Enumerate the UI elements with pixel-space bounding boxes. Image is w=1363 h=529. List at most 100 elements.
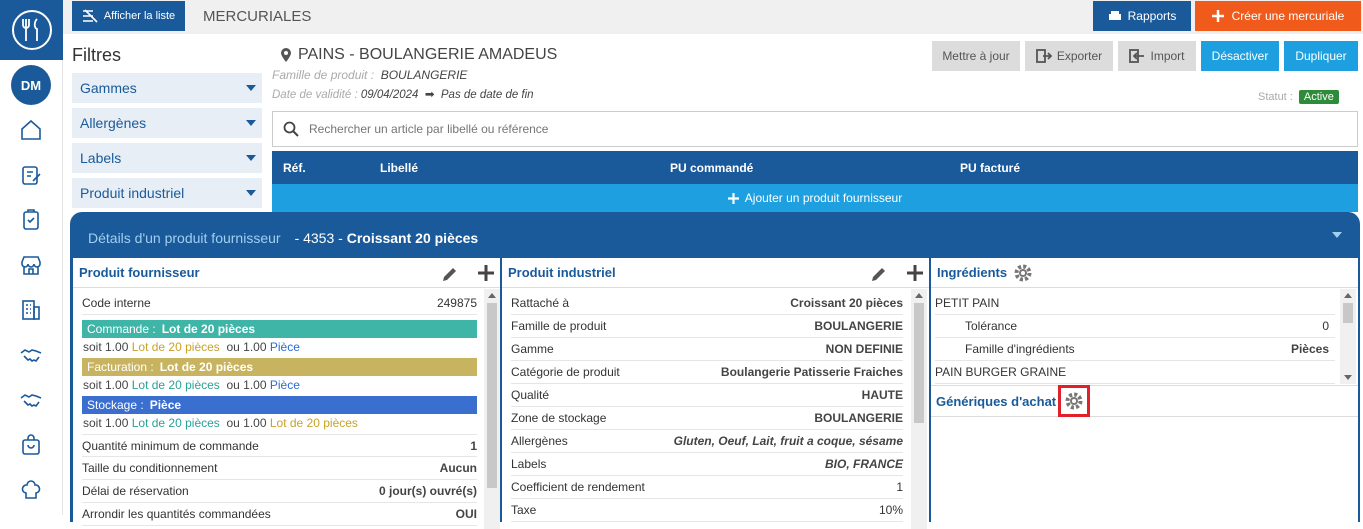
scroll-thumb[interactable] xyxy=(914,303,924,423)
supplier-scrollbar[interactable] xyxy=(484,289,500,529)
scroll-thumb[interactable] xyxy=(487,303,497,488)
deactivate-button[interactable]: Désactiver xyxy=(1201,41,1279,71)
details-code: - 4353 - xyxy=(294,230,343,246)
caret-down-icon xyxy=(246,190,256,196)
edit-list-icon[interactable] xyxy=(19,163,43,187)
industrial-product-title: Produit industriel xyxy=(508,265,616,280)
min-qty-row: Quantité minimum de commande 1 xyxy=(82,434,477,457)
search-icon xyxy=(283,121,299,137)
filter-allergenes[interactable]: Allergènes xyxy=(72,108,262,138)
yield-row: Coefficient de rendement 1 xyxy=(511,476,903,499)
clipboard-check-icon[interactable] xyxy=(19,208,43,232)
add-supplier-product-label: Ajouter un produit fournisseur xyxy=(744,191,903,205)
building-icon[interactable] xyxy=(19,298,43,322)
update-button[interactable]: Mettre à jour xyxy=(932,41,1020,71)
reports-label: Rapports xyxy=(1127,9,1177,23)
import-label: Import xyxy=(1150,49,1185,63)
details-panel: Détails d'un produit fournisseur - 4353 -… xyxy=(70,212,1360,529)
search-bar[interactable] xyxy=(272,111,1358,147)
date-value: 09/04/2024 xyxy=(360,89,419,101)
duplicate-button[interactable]: Dupliquer xyxy=(1284,41,1358,71)
facturation-label: Facturation : xyxy=(87,360,154,374)
commande-label: Commande : xyxy=(87,322,156,336)
scroll-up-icon[interactable] xyxy=(915,293,923,298)
col-pu-commande[interactable]: PU commandé xyxy=(670,161,753,175)
collapse-caret-icon[interactable] xyxy=(1332,232,1342,238)
supplier-product-header: Produit fournisseur xyxy=(73,258,500,288)
stockage-label: Stockage : xyxy=(87,398,144,412)
attached-row: Rattaché à Croissant 20 pièces xyxy=(511,292,903,315)
filter-produit-industriel[interactable]: Produit industriel xyxy=(72,178,262,208)
allergens-row: Allergènes Gluten, Oeuf, Lait, fruit a co… xyxy=(511,430,903,453)
col-ref[interactable]: Réf. xyxy=(283,161,306,175)
pencil-icon[interactable] xyxy=(441,265,459,283)
arrow-right-icon: ➡ xyxy=(421,89,438,101)
row-label: Code interne xyxy=(82,296,151,310)
supplier-title: PAINS - BOULANGERIE AMADEUS xyxy=(280,46,557,64)
page-title: MERCURIALES xyxy=(203,8,312,25)
import-icon xyxy=(1129,49,1145,63)
commande-conversion: soit 1.00 Lot de 20 pièces ou 1.00 Pièce xyxy=(83,340,300,354)
update-label: Mettre à jour xyxy=(942,49,1010,63)
plus-icon xyxy=(727,192,739,204)
top-bar: Afficher la liste MERCURIALES Rapports C… xyxy=(63,0,1363,34)
search-input[interactable] xyxy=(309,122,1209,136)
handshake-icon[interactable] xyxy=(19,343,43,367)
family-row: Famille de produit BOULANGERIE xyxy=(511,315,903,338)
filter-label: Produit industriel xyxy=(80,185,185,201)
ingredients-title: Ingrédients xyxy=(937,265,1008,280)
scroll-thumb[interactable] xyxy=(1343,303,1353,323)
create-mercuriale-label: Créer une mercuriale xyxy=(1231,9,1345,23)
handshake-alt-icon[interactable] xyxy=(19,388,43,412)
export-button[interactable]: Exporter xyxy=(1025,41,1113,71)
store-icon[interactable] xyxy=(19,253,43,277)
col-libelle[interactable]: Libellé xyxy=(380,161,418,175)
scroll-up-icon[interactable] xyxy=(488,293,496,298)
scroll-up-icon[interactable] xyxy=(1344,293,1352,298)
filter-label: Allergènes xyxy=(80,115,147,131)
chef-hat-icon[interactable] xyxy=(19,478,43,502)
shopping-bag-icon[interactable] xyxy=(19,433,43,457)
plus-icon[interactable] xyxy=(906,264,924,282)
ingredients-column: Ingrédients PETIT PAIN Tolérance 0 Famill… xyxy=(931,258,1358,528)
list-off-icon xyxy=(82,9,98,23)
filter-labels[interactable]: Labels xyxy=(72,143,262,173)
industrial-product-column: Produit industriel Rattaché à Croissant 2… xyxy=(502,258,929,529)
generics-settings-button[interactable] xyxy=(1058,385,1091,417)
filter-label: Gammes xyxy=(80,80,137,96)
filter-gammes[interactable]: Gammes xyxy=(72,73,262,103)
import-button[interactable]: Import xyxy=(1118,41,1196,71)
pencil-icon[interactable] xyxy=(870,265,888,283)
plus-icon[interactable] xyxy=(477,264,495,282)
cutlery-icon xyxy=(21,18,38,41)
reports-button[interactable]: Rapports xyxy=(1093,1,1191,31)
ingredient-item[interactable]: PETIT PAIN xyxy=(935,292,1335,315)
duplicate-label: Dupliquer xyxy=(1295,49,1347,63)
generics-header: Génériques d'achat xyxy=(931,385,1358,417)
scroll-down-icon[interactable] xyxy=(1344,375,1352,380)
ingredients-scrollbar[interactable] xyxy=(1340,289,1356,384)
details-title: Détails d'un produit fournisseur - 4353 -… xyxy=(88,230,478,246)
stockage-unit-bar: Stockage : Pièce xyxy=(82,396,477,414)
ingredients-header: Ingrédients xyxy=(931,258,1358,288)
stockage-conversion: soit 1.00 Lot de 20 pièces ou 1.00 Lot d… xyxy=(83,416,358,430)
family-meta: Famille de produit : BOULANGERIE xyxy=(272,68,467,82)
filters-title: Filtres xyxy=(72,45,121,65)
quality-row: Qualité HAUTE xyxy=(511,384,903,407)
reservation-delay-row: Délai de réservation 0 jour(s) ouvré(s) xyxy=(82,480,477,503)
avatar[interactable]: DM xyxy=(11,65,51,105)
col-pu-facture[interactable]: PU facturé xyxy=(960,161,1020,175)
supplier-name: PAINS - BOULANGERIE AMADEUS xyxy=(298,46,558,63)
ingredient-item[interactable]: PAIN BURGER GRAINE xyxy=(935,361,1335,384)
app-logo[interactable] xyxy=(0,0,63,60)
gear-icon[interactable] xyxy=(1013,263,1033,283)
deactivate-label: Désactiver xyxy=(1211,49,1269,63)
industrial-scrollbar[interactable] xyxy=(911,289,927,529)
create-mercuriale-button[interactable]: Créer une mercuriale xyxy=(1195,1,1361,31)
home-icon[interactable] xyxy=(19,118,43,142)
map-pin-icon xyxy=(281,48,291,62)
ingredient-family-row: Famille d'ingrédients Pièces xyxy=(935,338,1335,361)
details-title-label: Détails d'un produit fournisseur xyxy=(88,230,281,246)
show-list-button[interactable]: Afficher la liste xyxy=(72,1,185,31)
add-supplier-product-button[interactable]: Ajouter un produit fournisseur xyxy=(272,184,1358,212)
